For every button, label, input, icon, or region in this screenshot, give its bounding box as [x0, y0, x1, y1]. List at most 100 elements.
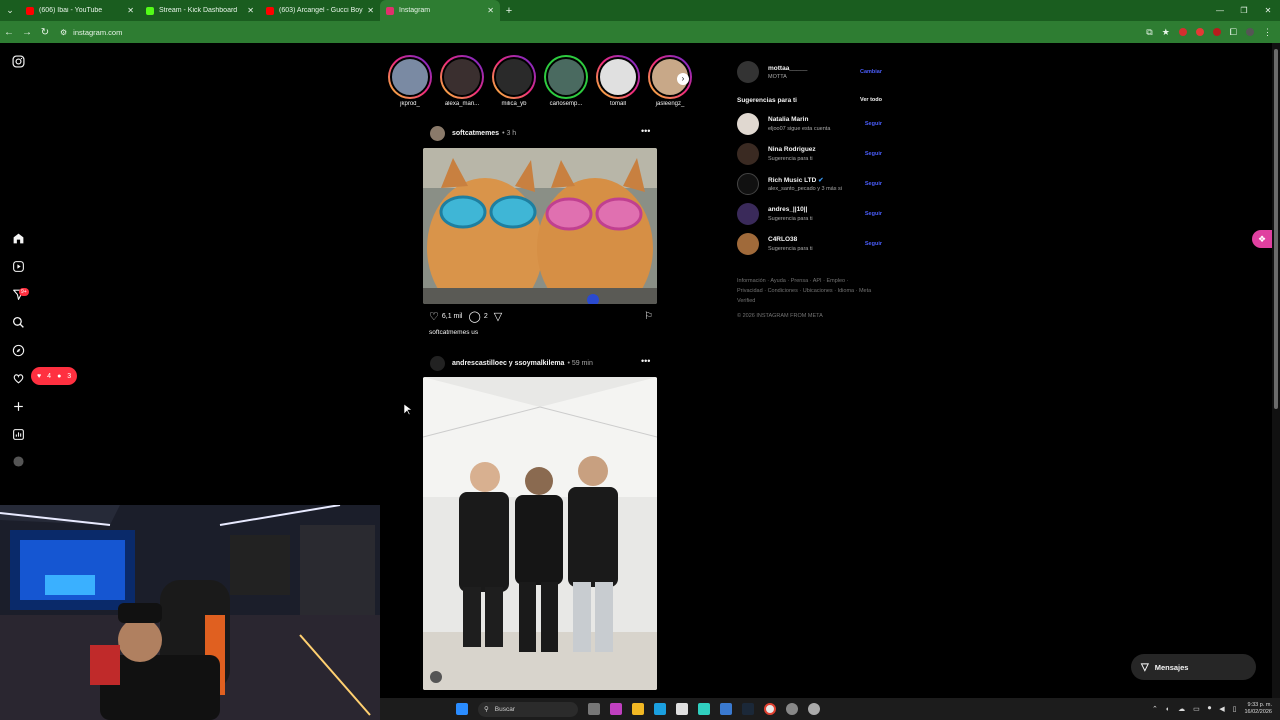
close-icon[interactable]: ✕	[247, 6, 254, 15]
profile-username[interactable]: mottaa_____	[768, 65, 807, 72]
back-icon[interactable]: ←	[0, 27, 18, 38]
suggestion-name[interactable]: Nina Rodriguez	[768, 146, 816, 153]
site-info-icon[interactable]: ⚙	[60, 28, 67, 37]
extension-abp-icon[interactable]	[1195, 28, 1204, 36]
chrome-icon[interactable]	[764, 703, 776, 715]
profile-avatar[interactable]	[1246, 28, 1254, 36]
microphone-icon[interactable]: ⏺	[1208, 705, 1212, 713]
app-icon[interactable]	[698, 703, 710, 715]
tab-youtube-ibai[interactable]: (606) Ibai - YouTube ✕	[20, 0, 140, 21]
search-icon[interactable]	[11, 316, 25, 330]
story-item-close-friends[interactable]: carlosemp...	[542, 55, 590, 107]
footer-links[interactable]: Información · Ayuda · Prensa · API · Emp…	[737, 276, 872, 306]
share-icon[interactable]: ▽	[494, 310, 502, 323]
extension-icon[interactable]	[1212, 28, 1221, 36]
story-item[interactable]: tomall	[594, 55, 642, 107]
suggestion-name[interactable]: Rich Music LTD ✔	[768, 176, 824, 184]
close-window-icon[interactable]: ✕	[1256, 0, 1280, 21]
close-icon[interactable]: ✕	[127, 6, 134, 15]
edge-icon[interactable]	[654, 703, 666, 715]
comment-icon[interactable]: ◯	[469, 310, 481, 323]
tray-app-icon[interactable]: ◐	[1166, 706, 1170, 713]
like-heart-icon[interactable]: ♡	[429, 310, 439, 323]
extension-red-icon[interactable]	[1178, 28, 1187, 36]
follow-button[interactable]: Seguir	[865, 151, 882, 157]
see-all-link[interactable]: Ver todo	[860, 97, 882, 103]
restore-icon[interactable]: ❐	[1232, 0, 1256, 21]
story-item[interactable]: milica_yb	[490, 55, 538, 107]
volume-icon[interactable]: ◀	[1219, 705, 1224, 713]
app-icon[interactable]	[720, 703, 732, 715]
task-view-icon[interactable]	[588, 703, 600, 715]
url-field[interactable]: ⚙ instagram.com	[60, 28, 122, 37]
more-options-icon[interactable]: •••	[641, 126, 650, 136]
avatar[interactable]	[737, 203, 759, 225]
heart-notifications-icon[interactable]	[11, 372, 25, 386]
avatar[interactable]	[737, 233, 759, 255]
avatar[interactable]	[737, 61, 759, 83]
install-app-icon[interactable]: ⧉	[1146, 27, 1152, 38]
app-icon[interactable]	[786, 703, 798, 715]
post-image-group-photo[interactable]	[423, 377, 657, 690]
messages-button[interactable]: ▽ Mensajes	[1131, 654, 1256, 680]
windows-start-icon[interactable]	[456, 703, 468, 715]
battery-icon[interactable]: ▯	[1233, 705, 1237, 713]
file-explorer-icon[interactable]	[632, 703, 644, 715]
profile-avatar-icon[interactable]	[11, 456, 25, 470]
tab-youtube-arcangel[interactable]: (603) Arcangel - Gucci Boys Cl... ✕	[260, 0, 380, 21]
browser-menu-icon[interactable]: ⋮	[1263, 27, 1272, 38]
story-item[interactable]: alexa_mari...	[438, 55, 486, 107]
post-username[interactable]: andrescastilloec y ssoymalkilema	[452, 360, 564, 367]
follow-button[interactable]: Seguir	[865, 241, 882, 247]
suggestion-name[interactable]: andres_||10||	[768, 206, 807, 213]
tab-kick-dashboard[interactable]: Stream - Kick Dashboard ✕	[140, 0, 260, 21]
avatar[interactable]	[737, 113, 759, 135]
clock[interactable]: 9:33 p. m. 16/02/2026	[1244, 702, 1272, 716]
bookmark-star-icon[interactable]: ★	[1162, 27, 1170, 38]
tab-instagram[interactable]: Instagram ✕	[380, 0, 500, 21]
reload-icon[interactable]: ↻	[36, 27, 54, 38]
post-image-cats[interactable]	[423, 148, 657, 304]
story-username: tomall	[609, 101, 626, 107]
post-username[interactable]: softcatmemes	[452, 130, 499, 137]
suggestion-name[interactable]: Natalia Marin	[768, 116, 808, 123]
story-item[interactable]: jkprod_	[386, 55, 434, 107]
create-plus-icon[interactable]	[11, 400, 25, 414]
steam-icon[interactable]	[742, 703, 754, 715]
cloud-icon[interactable]: ☁	[1178, 705, 1185, 713]
avatar[interactable]	[737, 173, 759, 195]
suggestion-name[interactable]: C4RLO38	[768, 236, 797, 243]
instagram-logo-icon[interactable]	[11, 55, 25, 69]
store-icon[interactable]	[676, 703, 688, 715]
forward-icon[interactable]: →	[18, 27, 36, 38]
activity-notification-pill[interactable]: ♥ 4 ● 3	[31, 367, 78, 385]
avatar[interactable]	[430, 355, 445, 371]
taskbar-search[interactable]: ⚲ Buscar	[478, 701, 578, 717]
stories-next-chevron-icon[interactable]: ›	[677, 73, 689, 85]
dashboard-chart-icon[interactable]	[11, 428, 25, 442]
settings-icon[interactable]	[808, 703, 820, 715]
avatar[interactable]	[430, 125, 445, 141]
avatar[interactable]	[737, 143, 759, 165]
chevron-up-icon[interactable]: ⌃	[1152, 705, 1158, 713]
follow-button[interactable]: Seguir	[865, 181, 882, 187]
new-tab-button[interactable]: +	[500, 5, 518, 17]
network-icon[interactable]: ▭	[1193, 705, 1200, 713]
follows-count: 3	[67, 372, 72, 380]
switch-account-link[interactable]: Cambiar	[860, 69, 882, 75]
home-icon[interactable]	[11, 232, 25, 246]
close-icon[interactable]: ✕	[367, 6, 374, 15]
follow-button[interactable]: Seguir	[865, 121, 882, 127]
floating-extension-icon[interactable]: ❖	[1252, 230, 1272, 248]
copilot-icon[interactable]	[610, 703, 622, 715]
minimize-icon[interactable]: —	[1208, 0, 1232, 21]
page-scrollbar[interactable]	[1272, 43, 1280, 698]
explore-compass-icon[interactable]	[11, 344, 25, 358]
extensions-puzzle-icon[interactable]: ⧠	[1230, 27, 1237, 38]
close-icon[interactable]: ✕	[487, 6, 494, 15]
tab-search-icon[interactable]: ⌄	[0, 0, 20, 21]
more-options-icon[interactable]: •••	[641, 356, 650, 366]
follow-button[interactable]: Seguir	[865, 211, 882, 217]
reels-icon[interactable]	[11, 260, 25, 274]
save-bookmark-icon[interactable]: ⚐	[644, 311, 653, 322]
